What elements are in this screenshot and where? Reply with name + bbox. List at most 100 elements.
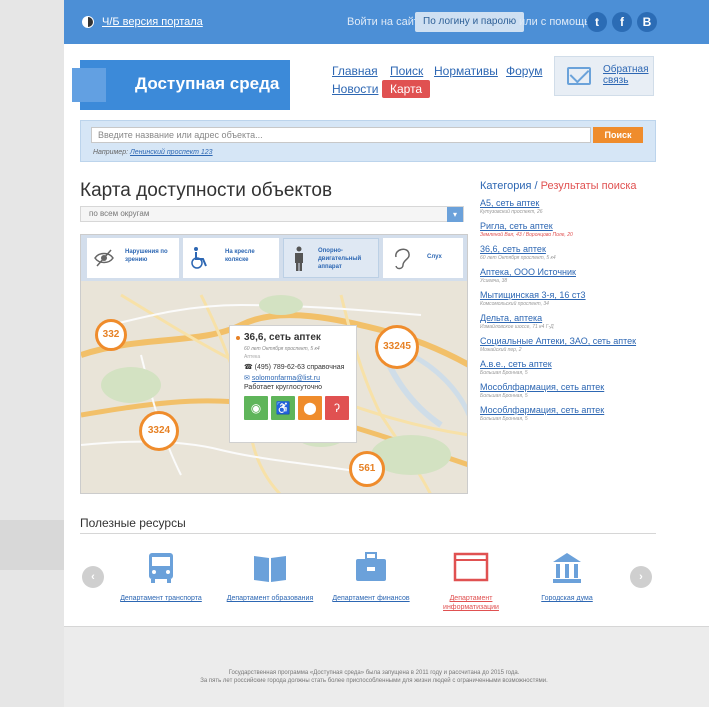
nav-search[interactable]: Поиск <box>390 64 423 78</box>
result-address: Большая Бронная, 5 <box>480 416 528 422</box>
resource-education[interactable]: Департамент образования <box>225 550 315 603</box>
resource-duma[interactable]: Городская дума <box>522 550 612 603</box>
browser-icon <box>453 552 489 582</box>
nav-norms[interactable]: Нормативы <box>434 64 498 78</box>
filter-wheelchair-label: На кресле коляске <box>225 249 255 263</box>
result-item[interactable]: А.в.е., сеть аптек Большая Бронная, 5 <box>480 359 655 376</box>
resources-title: Полезные ресурсы <box>80 516 186 530</box>
footer-text: Государственная программа «Доступная сре… <box>104 669 644 685</box>
district-select[interactable]: по всем округам ▾ <box>80 206 464 222</box>
result-title[interactable]: Мытищинская 3-я, 16 ст3 <box>480 290 655 300</box>
logo-ribbon <box>72 68 106 102</box>
result-title[interactable]: А5, сеть аптек <box>480 198 655 208</box>
left-margin <box>0 0 14 707</box>
filter-vision[interactable]: Нарушения по зрению <box>87 238 179 278</box>
bw-version-link[interactable]: Ч/Б версия портала <box>82 16 203 28</box>
result-address: Большая Бронная, 5 <box>480 393 528 399</box>
filter-bar: Нарушения по зрению На кресле коляске Оп… <box>81 235 467 281</box>
result-title[interactable]: Мособлфармация, сеть аптек <box>480 382 655 392</box>
person-icon: ⬤ <box>298 396 322 420</box>
feedback-button[interactable]: Обратная связь <box>554 56 654 96</box>
result-title[interactable]: Дельта, аптека <box>480 313 655 323</box>
example-link[interactable]: Ленинский проспект 123 <box>130 149 213 156</box>
filter-vision-label: Нарушения по зрению <box>125 249 168 263</box>
resource-label: Департамент информатизации <box>443 595 499 611</box>
logo-title: Доступная среда <box>135 74 280 93</box>
login-password-button[interactable]: По логину и паролю <box>415 12 525 32</box>
logo[interactable]: Доступная среда <box>72 60 290 110</box>
divider <box>80 533 656 534</box>
resource-finance[interactable]: Департамент финансов <box>316 550 426 603</box>
nav-main[interactable]: Главная <box>332 64 378 78</box>
filter-hearing-label: Слух <box>427 254 442 260</box>
search-input[interactable]: Введите название или адрес объекта... <box>91 127 591 143</box>
result-item[interactable]: Мособлфармация, сеть аптек Большая Бронна… <box>480 382 655 399</box>
result-item[interactable]: 36,6, сеть аптек 60 лет Октября проспект,… <box>480 244 655 261</box>
footer: Государственная программа «Доступная сре… <box>64 626 709 707</box>
filter-mobility-label: Опорно-двигательный аппарат <box>318 248 362 270</box>
filter-mobility[interactable]: Опорно-двигательный аппарат <box>283 238 379 278</box>
popup-email-value: solomonfarma@list.ru <box>251 375 320 382</box>
result-item[interactable]: А5, сеть аптек Кутузовский проспект, 26 <box>480 198 655 215</box>
building-icon <box>553 553 581 583</box>
map-cluster[interactable]: 33245 <box>375 325 419 369</box>
example-prefix: Например: <box>93 149 129 156</box>
results-panel: Категория / Результаты поиска А5, сеть а… <box>480 180 655 422</box>
popup-title: 36,6, сеть аптек <box>244 332 321 343</box>
map[interactable]: Нарушения по зрению На кресле коляске Оп… <box>80 234 468 494</box>
filter-wheelchair[interactable]: На кресле коляске <box>183 238 279 278</box>
wheelchair-icon <box>191 247 207 269</box>
resource-label: Департамент образования <box>226 595 314 602</box>
bw-version-label: Ч/Б версия портала <box>102 16 203 28</box>
twitter-icon[interactable]: t <box>587 12 607 32</box>
result-item[interactable]: Мособлфармация, сеть аптек Большая Бронна… <box>480 405 655 422</box>
background-panel <box>0 520 64 570</box>
popup-category: Аптека <box>244 354 261 360</box>
result-title[interactable]: 36,6, сеть аптек <box>480 244 655 254</box>
result-title[interactable]: А.в.е., сеть аптек <box>480 359 655 369</box>
popup-phone-value: (495) 789-62-63 справочная <box>254 364 345 371</box>
map-cluster[interactable]: 332 <box>95 319 127 351</box>
result-title[interactable]: Мособлфармация, сеть аптек <box>480 405 655 415</box>
marker-dot <box>236 336 240 340</box>
chevron-down-icon[interactable]: ▾ <box>447 207 463 222</box>
map-cluster[interactable]: 3324 <box>139 411 179 451</box>
result-address: Комсомольский проспект, 34 <box>480 301 549 307</box>
resource-label: Департамент транспорта <box>120 595 202 602</box>
result-item[interactable]: Социальные Аптеки, ЗАО, сеть аптек Можайс… <box>480 336 655 353</box>
search-button[interactable]: Поиск <box>593 127 643 143</box>
result-title[interactable]: Аптека, ООО Источник <box>480 267 655 277</box>
page-title: Карта доступности объектов <box>80 180 333 201</box>
results-tab[interactable]: Результаты поиска <box>541 180 637 192</box>
ear-icon <box>395 248 410 270</box>
popup-phone: ☎ (495) 789-62-63 справочная <box>244 363 344 371</box>
resource-informatization[interactable]: Департамент информатизации <box>426 550 516 612</box>
person-icon <box>295 246 303 271</box>
nav-news[interactable]: Новости <box>332 82 378 96</box>
district-value: по всем округам <box>89 209 150 218</box>
result-address: Кутузовский проспект, 26 <box>480 209 543 215</box>
map-cluster[interactable]: 561 <box>349 451 385 487</box>
result-title[interactable]: Ригла, сеть аптек <box>480 221 655 231</box>
result-address: 60 лет Октября проспект, 5 к4 <box>480 255 556 261</box>
result-item[interactable]: Аптека, ООО Источник Усиевча, 38 <box>480 267 655 284</box>
vkontakte-icon[interactable]: B <box>637 12 657 32</box>
result-item[interactable]: Ригла, сеть аптек Земляной Вал, 43 / Воро… <box>480 221 655 238</box>
resource-transport[interactable]: Департамент транспорта <box>116 550 206 603</box>
category-tab[interactable]: Категория <box>480 180 531 192</box>
nav-forum[interactable]: Форум <box>506 64 542 78</box>
mail-icon: ✉ <box>244 375 252 382</box>
chevron-right-icon[interactable]: › <box>630 566 652 588</box>
result-item[interactable]: Дельта, аптека Измайловское шоссе, 71 к4 … <box>480 313 655 330</box>
chevron-left-icon[interactable]: ‹ <box>82 566 104 588</box>
popup-email[interactable]: ✉ solomonfarma@list.ru <box>244 374 320 382</box>
envelope-icon <box>567 67 591 85</box>
result-item[interactable]: Мытищинская 3-я, 16 ст3 Комсомольский про… <box>480 290 655 307</box>
filter-hearing[interactable]: Слух <box>383 238 463 278</box>
result-title[interactable]: Социальные Аптеки, ЗАО, сеть аптек <box>480 336 655 346</box>
bus-icon <box>149 553 173 583</box>
facebook-icon[interactable]: f <box>612 12 632 32</box>
login-text: Войти на сайт <box>347 16 419 28</box>
briefcase-icon <box>356 552 386 581</box>
nav-map[interactable]: Карта <box>382 80 431 98</box>
